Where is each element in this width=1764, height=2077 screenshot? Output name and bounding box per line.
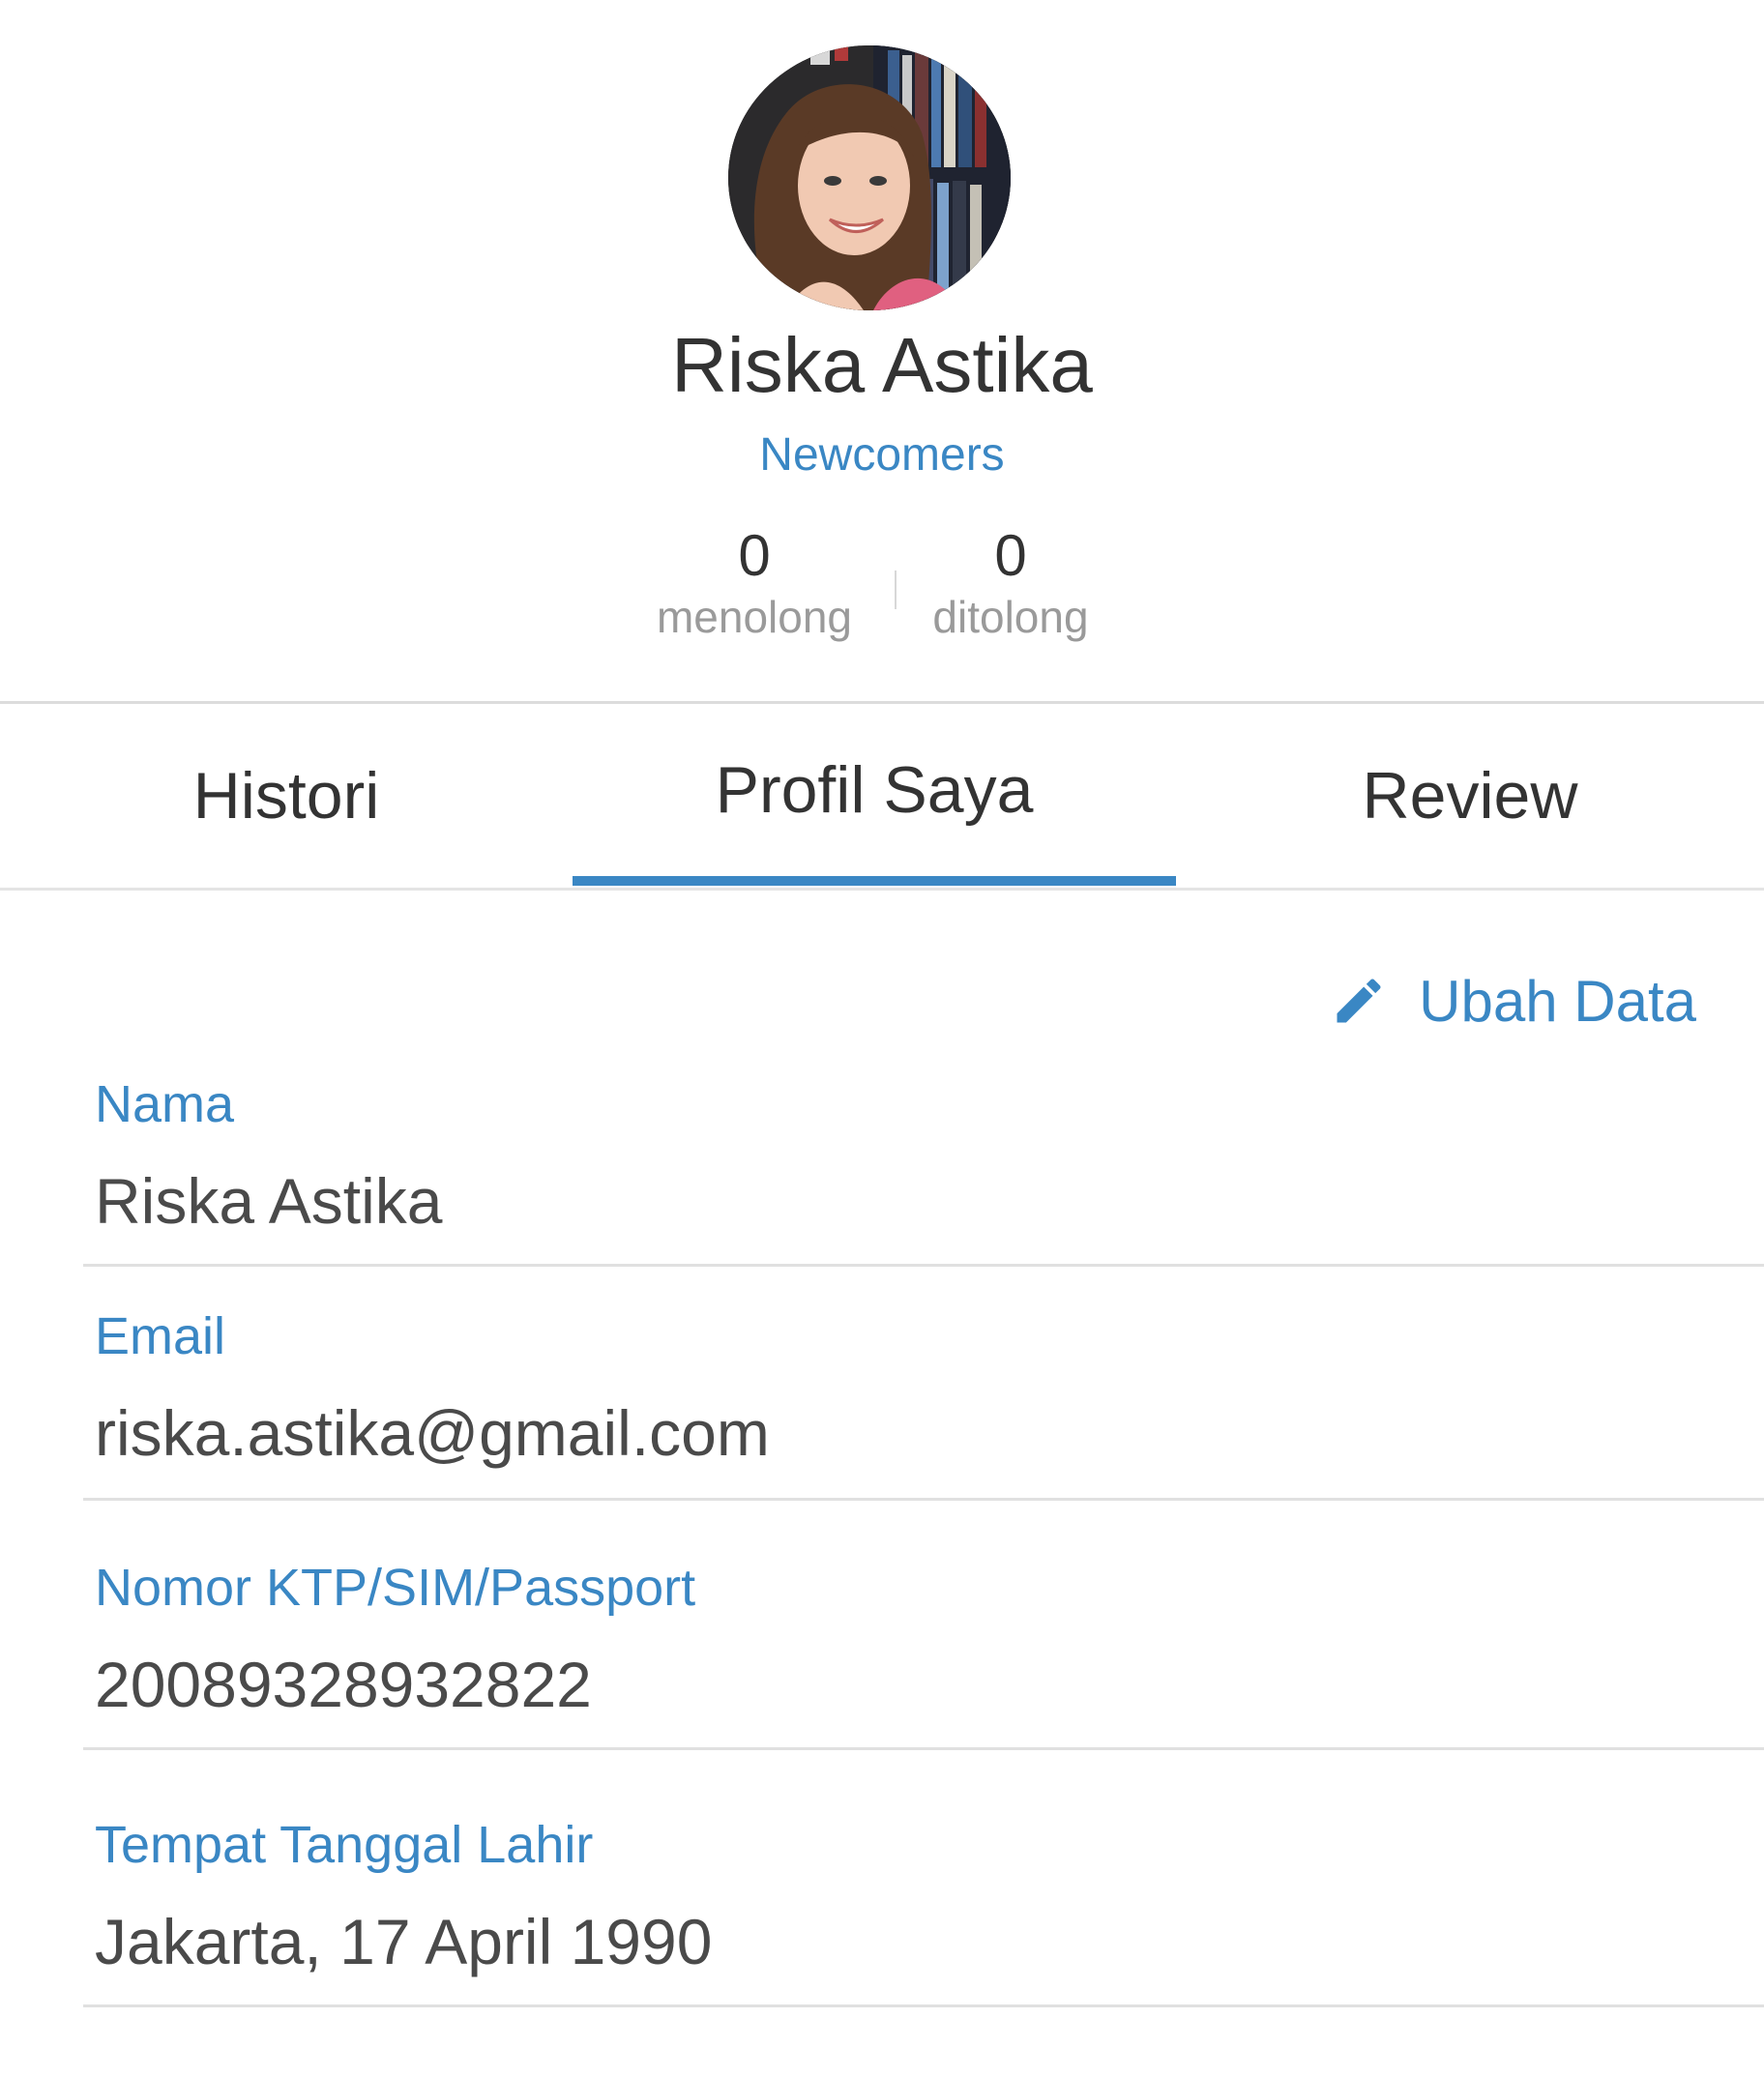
field-value: 20089328932822 <box>95 1649 592 1720</box>
field-birth-place-date: Tempat Tanggal Lahir Jakarta, 17 April 1… <box>83 1814 1764 2007</box>
field-label: Tempat Tanggal Lahir <box>95 1816 594 1874</box>
profile-stats: 0 menolong 0 ditolong <box>0 522 1764 648</box>
stat-label: menolong <box>656 592 853 642</box>
stat-value: 0 <box>994 523 1027 588</box>
stat-value: 0 <box>738 523 771 588</box>
field-email: Email riska.astika@gmail.com <box>83 1305 1764 1501</box>
stat-menolong: 0 menolong <box>609 522 899 644</box>
field-value: riska.astika@gmail.com <box>95 1397 770 1469</box>
profile-header: Riska Astika Newcomers 0 menolong 0 dito… <box>0 0 1764 701</box>
pencil-icon <box>1337 979 1381 1023</box>
profile-tabs: Histori Profil Saya Review <box>0 701 1764 891</box>
field-id-number: Nomor KTP/SIM/Passport 20089328932822 <box>83 1557 1764 1750</box>
avatar-image <box>728 45 1011 310</box>
edit-profile-label: Ubah Data <box>1419 968 1696 1034</box>
stat-ditolong: 0 ditolong <box>866 522 1156 644</box>
field-label: Nomor KTP/SIM/Passport <box>95 1559 696 1617</box>
field-label: Nama <box>95 1075 235 1133</box>
edit-profile-button[interactable]: Ubah Data <box>1330 962 1696 1039</box>
field-value: Jakarta, 17 April 1990 <box>95 1906 713 1977</box>
tab-histori[interactable]: Histori <box>0 704 573 888</box>
tab-review[interactable]: Review <box>1176 704 1764 888</box>
avatar[interactable] <box>728 45 1011 310</box>
user-level-badge[interactable]: Newcomers <box>0 428 1764 483</box>
profile-name: Riska Astika <box>671 322 1093 408</box>
tab-profil-saya[interactable]: Profil Saya <box>573 704 1176 888</box>
active-tab-indicator <box>573 876 1176 886</box>
stat-label: ditolong <box>932 592 1089 642</box>
field-value: Riska Astika <box>95 1165 443 1237</box>
field-label: Email <box>95 1307 226 1365</box>
field-nama: Nama Riska Astika <box>83 1073 1764 1267</box>
